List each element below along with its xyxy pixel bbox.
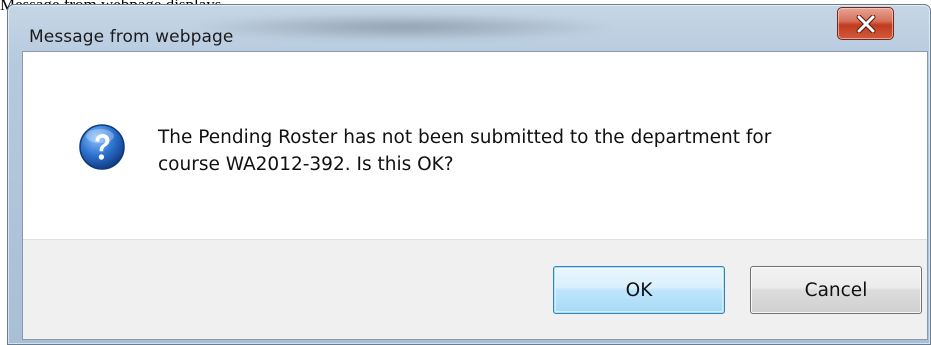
message-line-2: course WA2012-392. Is this OK? [158, 154, 454, 175]
ok-button[interactable]: OK [553, 266, 725, 314]
question-icon [79, 124, 125, 170]
button-bar: OK Cancel [23, 239, 927, 339]
close-button[interactable] [837, 7, 894, 40]
cancel-button[interactable]: Cancel [750, 266, 922, 314]
close-icon [856, 14, 875, 33]
dialog-message: The Pending Roster has not been submitte… [158, 124, 898, 178]
message-line-1: The Pending Roster has not been submitte… [158, 127, 772, 148]
dialog-client-area: The Pending Roster has not been submitte… [22, 51, 928, 340]
dialog-title: Message from webpage [29, 27, 234, 47]
dialog-window: Message from webpage The Pending Roster … [7, 4, 931, 345]
message-area: The Pending Roster has not been submitte… [23, 52, 927, 239]
